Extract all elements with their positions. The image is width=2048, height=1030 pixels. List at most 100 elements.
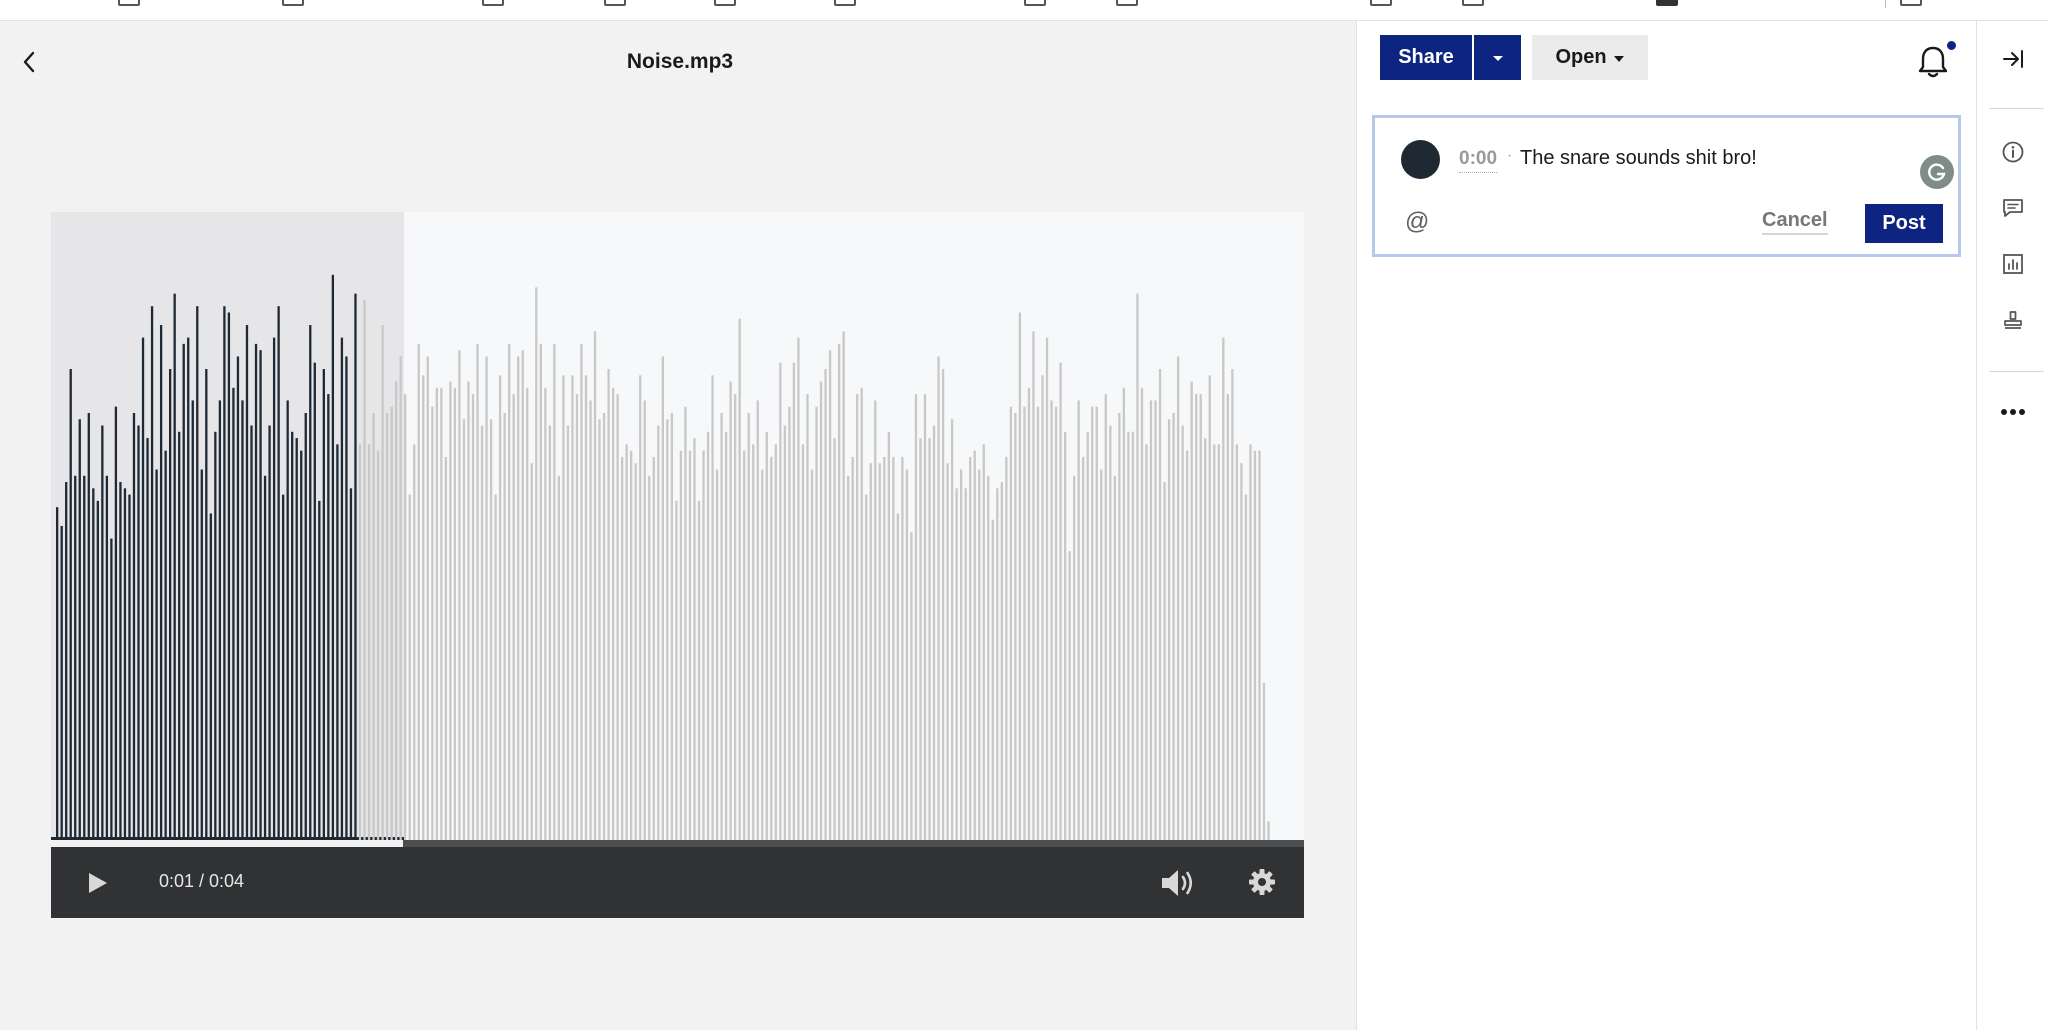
waveform-bar — [385, 412, 389, 840]
waveform-bar — [56, 507, 59, 840]
grammarly-icon[interactable] — [1920, 155, 1954, 189]
side-panel: Share Open 0:00 · The snare sounds shit … — [1356, 21, 1977, 1030]
waveform-bar — [263, 475, 267, 840]
waveform-bar — [173, 293, 176, 840]
waveform-bar — [847, 475, 850, 840]
waveform-bar — [1018, 312, 1022, 840]
waveform-bar — [205, 369, 208, 840]
waveform-bar — [765, 431, 768, 840]
waveform-bar — [960, 469, 963, 840]
waveform-bar — [738, 318, 741, 840]
open-button[interactable]: Open — [1532, 35, 1648, 80]
waveform-bar — [313, 362, 316, 840]
waveform-bar — [883, 456, 886, 840]
bookmark-folder-icon[interactable] — [714, 0, 736, 6]
waveform-bar — [1163, 482, 1166, 840]
waveform-bar — [191, 400, 194, 840]
waveform-bar — [752, 444, 755, 840]
waveform-bar — [539, 343, 542, 840]
waveform-bar — [200, 469, 203, 840]
waveform-bar — [950, 419, 954, 840]
waveform-bar — [982, 444, 985, 840]
waveform-bar — [526, 387, 529, 840]
waveform-bar — [404, 394, 407, 840]
waveform-bar — [792, 362, 796, 840]
waveform[interactable] — [51, 212, 1304, 840]
bookmark-folder-icon[interactable] — [282, 0, 304, 6]
bookmark-folder-icon[interactable] — [482, 0, 504, 6]
waveform-bar — [1267, 821, 1270, 840]
waveform-bar — [1235, 444, 1239, 840]
waveform-bar — [1109, 425, 1112, 840]
cancel-button[interactable]: Cancel — [1762, 209, 1828, 235]
waveform-bar — [797, 337, 800, 840]
waveform-bar — [372, 412, 375, 840]
waveform-bar — [611, 387, 615, 840]
waveform-bar — [354, 293, 357, 840]
waveform-bar — [277, 306, 280, 840]
waveform-bar — [557, 475, 561, 840]
bookmark-folder-icon[interactable] — [1900, 0, 1922, 6]
waveform-bar — [1091, 406, 1094, 840]
waveform-bar — [657, 425, 660, 840]
more-button[interactable] — [1999, 398, 2027, 426]
waveform-bar — [914, 394, 918, 840]
waveform-bar — [1181, 425, 1184, 840]
waveform-bar — [327, 394, 330, 840]
waveform-bar — [1208, 375, 1211, 840]
waveform-bar — [896, 513, 900, 840]
post-button[interactable]: Post — [1865, 204, 1943, 243]
waveform-bar — [453, 387, 457, 840]
waveform-bar — [65, 482, 68, 840]
comments-button[interactable] — [1999, 194, 2027, 222]
volume-button[interactable] — [1159, 867, 1199, 899]
waveform-bar — [508, 343, 511, 840]
media-viewer: Noise.mp3 0:01 / 0:04 — [0, 21, 1356, 1030]
waveform-bar — [548, 425, 551, 840]
waveform-bar — [390, 406, 393, 840]
collapse-panel-icon — [2003, 50, 2023, 68]
waveform-bar — [688, 450, 692, 840]
waveform-bar — [123, 488, 127, 840]
waveform-bar — [1014, 412, 1017, 840]
bookmark-folder-icon[interactable] — [1024, 0, 1046, 6]
collapse-panel-button[interactable] — [1999, 45, 2027, 73]
waveform-bar — [842, 331, 845, 840]
waveform-bar — [155, 469, 158, 840]
bookmark-folder-icon[interactable] — [1462, 0, 1484, 6]
settings-button[interactable] — [1247, 867, 1277, 897]
share-button[interactable]: Share — [1380, 35, 1472, 80]
waveform-bar — [648, 475, 651, 840]
info-button[interactable] — [1999, 138, 2027, 166]
gear-icon — [1249, 869, 1275, 895]
play-icon — [89, 873, 107, 893]
waveform-bar — [1140, 387, 1144, 840]
waveform-bar — [223, 306, 226, 840]
waveform-bar — [1167, 419, 1171, 840]
waveform-bar — [779, 362, 782, 840]
mention-button[interactable]: @ — [1405, 208, 1429, 236]
waveform-bar — [566, 425, 570, 840]
bookmark-folder-icon[interactable] — [1116, 0, 1138, 6]
bookmarks-separator — [1885, 0, 1886, 8]
waveform-bar — [910, 532, 913, 840]
stamp-button[interactable] — [1999, 306, 2027, 334]
comment-composer: 0:00 · The snare sounds shit bro! @ Canc… — [1372, 115, 1961, 257]
waveform-bar — [1036, 406, 1040, 840]
bookmark-folder-icon[interactable] — [834, 0, 856, 6]
bookmark-site-icon[interactable] — [1656, 0, 1678, 6]
waveform-bar — [286, 400, 289, 840]
waveform-bar — [363, 299, 366, 840]
activity-button[interactable] — [1999, 250, 2027, 278]
bookmark-folder-icon[interactable] — [118, 0, 140, 6]
comment-input[interactable]: The snare sounds shit bro! — [1520, 147, 1757, 170]
progress-track[interactable] — [403, 840, 1304, 847]
bookmark-folder-icon[interactable] — [604, 0, 626, 6]
share-menu-button[interactable] — [1474, 35, 1521, 80]
bookmark-folder-icon[interactable] — [1370, 0, 1392, 6]
comment-timestamp[interactable]: 0:00 — [1459, 148, 1498, 173]
waveform-bar — [169, 369, 172, 840]
play-button[interactable] — [83, 869, 111, 897]
waveform-bar — [770, 456, 773, 840]
waveform-bar — [214, 431, 217, 840]
